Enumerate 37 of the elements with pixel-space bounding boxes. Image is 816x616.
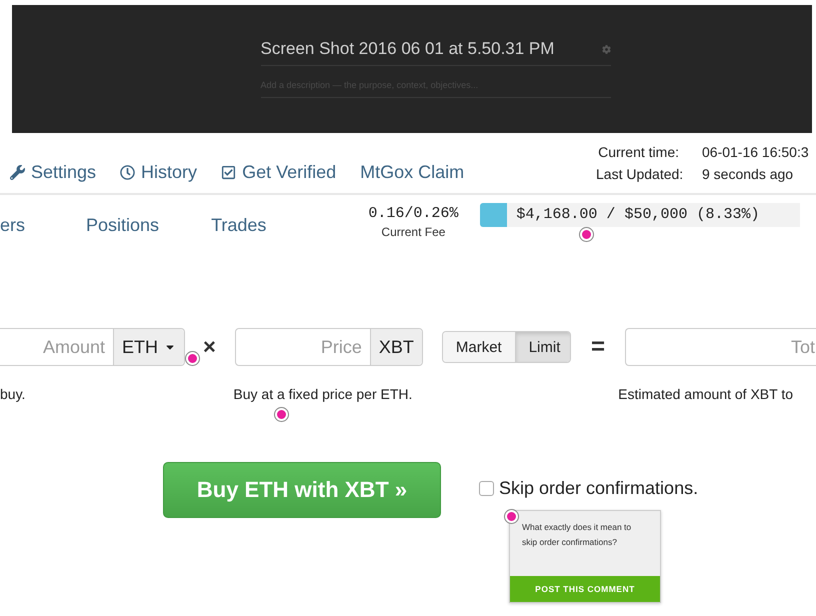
order-type-button[interactable]: Limit	[514, 332, 570, 362]
hint-text: buy.	[0, 386, 26, 402]
status-label: Current time:	[597, 144, 679, 160]
equals-sign: =	[590, 333, 605, 361]
price-input-group[interactable]: Price XBT	[234, 328, 423, 366]
comment-text[interactable]: What exactly does it mean to skip order confirmations?	[510, 511, 660, 559]
order-type-button[interactable]: Market	[442, 332, 515, 362]
amount-input-group[interactable]: Amount ETH	[0, 328, 185, 366]
fee-label: Current Fee	[381, 225, 446, 239]
hint-text: Estimated amount of XBT to	[618, 386, 794, 402]
wrench-icon	[10, 165, 25, 180]
fee-value: 0.16/0.26%	[368, 205, 458, 222]
price-currency: XBT	[370, 329, 422, 365]
checkbox-icon	[221, 165, 236, 180]
screenshot-title: Screen Shot 2016 06 01 at 5.50.31 PM	[260, 39, 554, 59]
comment-pin-icon[interactable]	[186, 352, 199, 365]
nav-link[interactable]: History	[120, 162, 198, 183]
tab[interactable]: Trades	[211, 195, 266, 236]
nav-link[interactable]: MtGox Claim	[360, 162, 464, 183]
comment-pin-icon[interactable]	[505, 510, 518, 523]
nav-link[interactable]: Settings	[10, 162, 96, 183]
hint-text: Buy at a fixed price per ETH.	[233, 386, 414, 402]
comment-pin-icon[interactable]	[275, 408, 288, 421]
clock-icon	[120, 165, 136, 180]
settings-icon[interactable]	[602, 44, 610, 54]
status-value: 06-01-16 16:50:3	[702, 144, 809, 160]
nav-link[interactable]: Get Verified	[221, 162, 336, 183]
multiply-sign: ×	[203, 334, 216, 360]
comment-pin-icon[interactable]	[580, 228, 593, 241]
checkbox-label: Skip order confirmations.	[499, 478, 698, 499]
checkbox[interactable]	[479, 481, 494, 496]
total-field[interactable]: Tot	[625, 328, 816, 366]
tab[interactable]: ers	[0, 195, 26, 236]
tab[interactable]: Positions	[86, 195, 160, 236]
currency-dropdown[interactable]: ETH	[113, 329, 184, 365]
volume-text: $4,168.00 / $50,000 (8.33%)	[515, 205, 760, 223]
status-value: 9 seconds ago	[702, 166, 794, 182]
